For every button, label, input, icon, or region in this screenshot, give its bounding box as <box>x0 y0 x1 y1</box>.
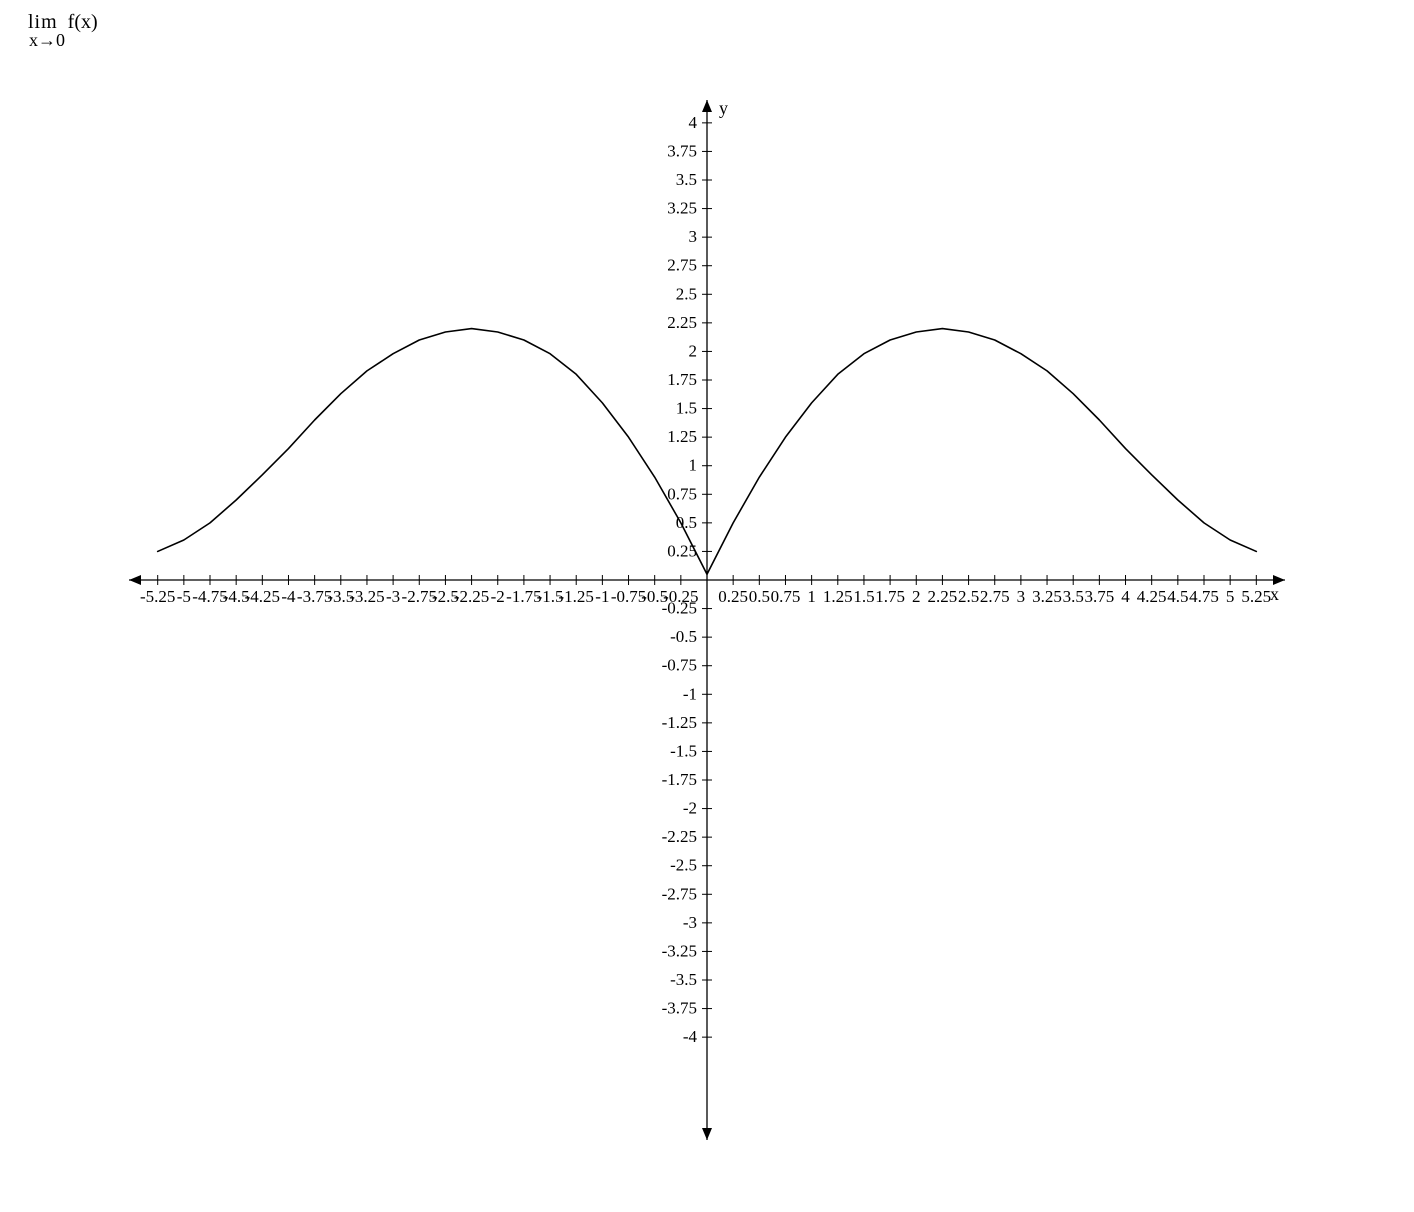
svg-text:-1.75: -1.75 <box>662 770 697 789</box>
chart: xy-5.25-5-4.75-4.5-4.25-4-3.75-3.5-3.25-… <box>0 80 1414 1160</box>
svg-text:-1: -1 <box>683 684 697 703</box>
svg-text:3: 3 <box>1017 587 1026 606</box>
svg-text:-1: -1 <box>595 587 609 606</box>
svg-text:-5.25: -5.25 <box>140 587 175 606</box>
svg-text:3.25: 3.25 <box>667 199 697 218</box>
limit-expression: lim f(x) x→0 <box>28 12 98 50</box>
svg-text:-1.25: -1.25 <box>559 587 594 606</box>
svg-text:1: 1 <box>807 587 816 606</box>
svg-text:3.5: 3.5 <box>1063 587 1084 606</box>
svg-text:3.75: 3.75 <box>1084 587 1114 606</box>
svg-text:-1.5: -1.5 <box>670 741 697 760</box>
svg-text:1.75: 1.75 <box>667 370 697 389</box>
svg-text:0.75: 0.75 <box>667 484 697 503</box>
svg-text:3.75: 3.75 <box>667 141 697 160</box>
svg-text:-2.5: -2.5 <box>670 856 697 875</box>
svg-text:-5: -5 <box>177 587 191 606</box>
svg-text:1: 1 <box>689 456 698 475</box>
svg-text:-3.25: -3.25 <box>349 587 384 606</box>
svg-text:2.75: 2.75 <box>667 256 697 275</box>
svg-text:1.5: 1.5 <box>676 399 697 418</box>
svg-text:0.75: 0.75 <box>771 587 801 606</box>
svg-text:2.25: 2.25 <box>928 587 958 606</box>
svg-text:2.5: 2.5 <box>958 587 979 606</box>
svg-text:0.25: 0.25 <box>718 587 748 606</box>
svg-text:-0.5: -0.5 <box>670 627 697 646</box>
svg-text:-4: -4 <box>281 587 296 606</box>
svg-text:-3.75: -3.75 <box>662 999 697 1018</box>
svg-text:x: x <box>1270 584 1279 604</box>
limit-sub: x→0 <box>29 31 98 50</box>
svg-text:5: 5 <box>1226 587 1235 606</box>
svg-text:-2: -2 <box>491 587 505 606</box>
svg-text:2.5: 2.5 <box>676 284 697 303</box>
svg-text:4.75: 4.75 <box>1189 587 1219 606</box>
svg-text:2.75: 2.75 <box>980 587 1010 606</box>
svg-text:-0.25: -0.25 <box>662 599 697 618</box>
svg-text:-2: -2 <box>683 799 697 818</box>
svg-text:3: 3 <box>689 227 698 246</box>
svg-text:-2.25: -2.25 <box>454 587 489 606</box>
svg-text:0.5: 0.5 <box>676 513 697 532</box>
svg-text:1.75: 1.75 <box>875 587 905 606</box>
limit-fx: f(x) <box>68 12 98 33</box>
svg-text:3.25: 3.25 <box>1032 587 1062 606</box>
svg-text:-4: -4 <box>683 1027 698 1046</box>
svg-text:2: 2 <box>912 587 921 606</box>
svg-text:-1.25: -1.25 <box>662 713 697 732</box>
svg-text:2.25: 2.25 <box>667 313 697 332</box>
svg-text:1.25: 1.25 <box>667 427 697 446</box>
svg-text:-3: -3 <box>386 587 400 606</box>
svg-text:3.5: 3.5 <box>676 170 697 189</box>
svg-text:y: y <box>719 98 728 118</box>
svg-text:5.25: 5.25 <box>1241 587 1271 606</box>
svg-text:4.25: 4.25 <box>1137 587 1167 606</box>
chart-svg: xy-5.25-5-4.75-4.5-4.25-4-3.75-3.5-3.25-… <box>117 80 1297 1160</box>
svg-text:-4.25: -4.25 <box>245 587 280 606</box>
svg-text:0.5: 0.5 <box>749 587 770 606</box>
svg-text:4: 4 <box>689 113 698 132</box>
svg-text:1.25: 1.25 <box>823 587 853 606</box>
svg-text:2: 2 <box>689 341 698 360</box>
svg-text:-0.75: -0.75 <box>662 656 697 675</box>
svg-text:1.5: 1.5 <box>853 587 874 606</box>
svg-text:-2.25: -2.25 <box>662 827 697 846</box>
svg-text:-3.25: -3.25 <box>662 941 697 960</box>
svg-text:4: 4 <box>1121 587 1130 606</box>
svg-text:-2.75: -2.75 <box>662 884 697 903</box>
svg-text:-3.5: -3.5 <box>670 970 697 989</box>
svg-text:4.5: 4.5 <box>1167 587 1188 606</box>
svg-text:-3: -3 <box>683 913 697 932</box>
